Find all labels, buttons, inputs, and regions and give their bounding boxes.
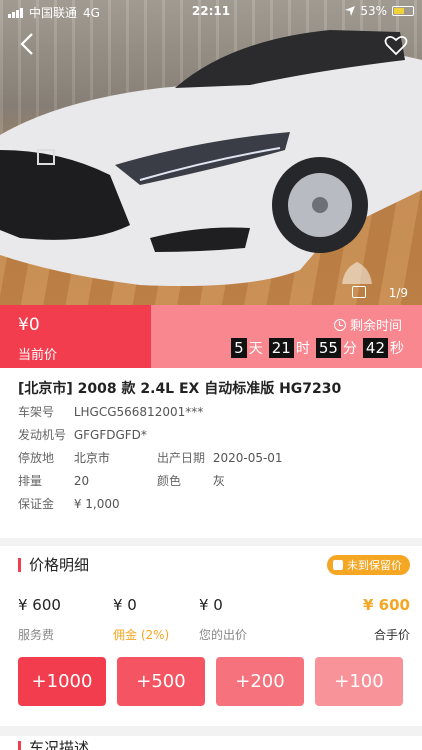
your-bid-label: 您的出价 [199, 628, 248, 642]
hours-unit: 时 [295, 341, 310, 357]
displacement-value: 20 [73, 474, 90, 488]
watermark-logo [342, 262, 372, 284]
gallery-icon[interactable] [352, 286, 366, 298]
current-price-label: 当前价 [18, 348, 58, 363]
clock-icon [333, 318, 346, 331]
total-price: ¥ 600 合手价 [363, 596, 410, 643]
total-price-label: 合手价 [373, 628, 410, 642]
auction-banner: ¥0 当前价 剩余时间 5天 21 时 55 分 42 秒 [0, 305, 422, 368]
color-label: 颜色 [157, 474, 182, 488]
remaining-time-label: 剩余时间 [349, 319, 402, 334]
prod-date-row: 出产日期 2020-05-01 [157, 449, 283, 466]
current-price: ¥0 [18, 315, 40, 335]
back-button[interactable] [14, 30, 42, 58]
days-unit: 天 [248, 341, 263, 357]
engine-label: 发动机号 [18, 428, 67, 442]
countdown-days: 5 [231, 338, 247, 358]
countdown: 5天 21 时 55 分 42 秒 [231, 338, 404, 358]
photo-counter: 1/9 [388, 286, 408, 300]
service-fee: ¥ 600 服务费 [18, 596, 61, 643]
vin-label: 车架号 [18, 405, 55, 419]
battery-percent: 53% [360, 4, 387, 18]
favorite-heart-icon[interactable] [384, 34, 408, 56]
prod-date-value: 2020-05-01 [212, 451, 283, 465]
price-detail-title: 价格明细 [18, 558, 89, 573]
deposit-value: ¥ 1,000 [73, 497, 120, 511]
commission: ¥ 0 佣金 (2%) [113, 596, 169, 643]
condition-section: 车况描述 [0, 736, 422, 750]
your-bid-amount: ¥ 0 [199, 596, 223, 614]
commission-label: 佣金 (2%) [113, 628, 170, 642]
price-detail-section: 价格明细 未到保留价 ¥ 600 服务费 ¥ 0 佣金 (2%) ¥ 0 您的出… [0, 546, 422, 726]
location-row: 停放地 北京市 [18, 449, 110, 466]
bid-plus-500-button[interactable]: +500 [117, 657, 205, 706]
displacement-row: 排量 20 [18, 472, 89, 489]
engine-value: GFGFDGFD* [73, 428, 147, 442]
displacement-label: 排量 [18, 474, 43, 488]
engine-row: 发动机号 GFGFDGFD* [18, 426, 147, 443]
location-label: 停放地 [18, 451, 55, 465]
countdown-minutes: 55 [315, 338, 341, 358]
countdown-hours: 21 [268, 338, 294, 358]
location-icon [345, 6, 356, 16]
color-value: 灰 [212, 474, 225, 488]
bid-plus-1000-button[interactable]: +1000 [18, 657, 106, 706]
deposit-row: 保证金 ¥ 1,000 [18, 495, 120, 512]
countdown-box: 剩余时间 5天 21 时 55 分 42 秒 [151, 305, 422, 368]
condition-title: 车况描述 [18, 741, 89, 750]
battery-icon [392, 6, 414, 16]
service-fee-label: 服务费 [18, 628, 55, 642]
current-price-box: ¥0 当前价 [0, 305, 151, 368]
vin-row: 车架号 LHGCG566812001*** [18, 403, 203, 420]
car-photo[interactable]: 中国联通 4G 22:11 53% 1/9 [0, 0, 422, 305]
vehicle-info-card: [北京市] 2008 款 2.4L EX 自动标准版 HG7230 车架号 LH… [0, 368, 422, 538]
total-price-amount: ¥ 600 [363, 596, 410, 614]
bid-plus-100-button[interactable]: +100 [315, 657, 403, 706]
reserve-price-badge: 未到保留价 [327, 555, 410, 575]
minutes-unit: 分 [342, 341, 357, 357]
color-row: 颜色 灰 [157, 472, 225, 489]
seconds-unit: 秒 [390, 341, 404, 357]
bid-plus-200-button[interactable]: +200 [216, 657, 304, 706]
vin-value: LHGCG566812001*** [73, 405, 204, 419]
commission-amount: ¥ 0 [113, 596, 137, 614]
vehicle-title: [北京市] 2008 款 2.4L EX 自动标准版 HG7230 [18, 381, 342, 397]
status-bar: 中国联通 4G 22:11 53% [0, 0, 422, 22]
countdown-seconds: 42 [362, 338, 388, 358]
badge-icon [333, 560, 343, 570]
deposit-label: 保证金 [18, 497, 55, 511]
service-fee-amount: ¥ 600 [18, 596, 61, 614]
prod-date-label: 出产日期 [157, 451, 206, 465]
location-value: 北京市 [73, 451, 110, 465]
reserve-price-text: 未到保留价 [347, 559, 402, 572]
your-bid: ¥ 0 您的出价 [199, 596, 247, 643]
